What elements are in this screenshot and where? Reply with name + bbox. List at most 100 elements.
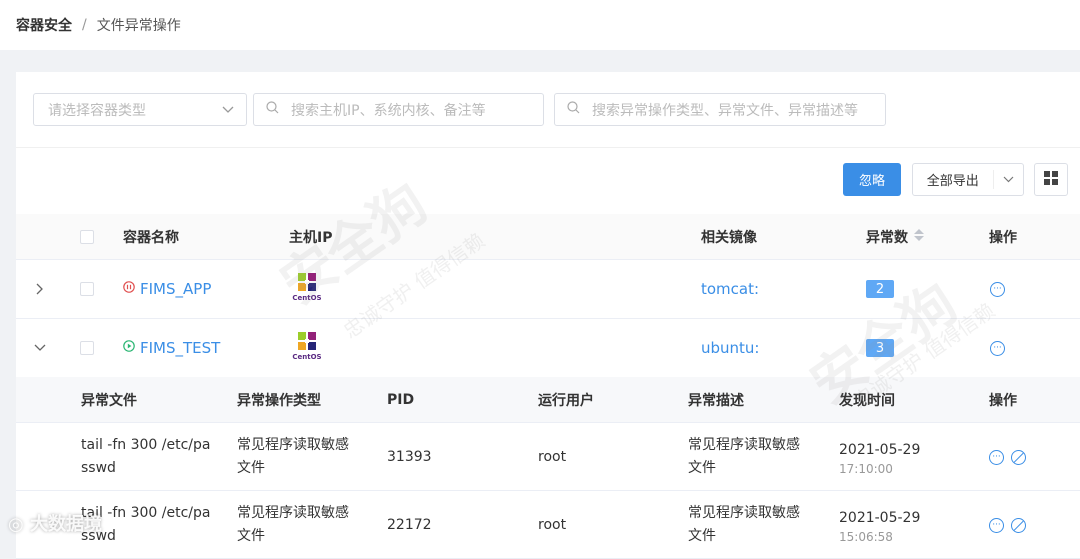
chevron-down-icon[interactable] [34,319,46,377]
breadcrumb-root[interactable]: 容器安全 [16,15,72,35]
os-label: CentOS [292,294,322,302]
container-name-link[interactable]: FIMS_APP [140,280,211,298]
count-cell: 2 [866,260,894,318]
table-row[interactable]: FIMS_TEST CentOS ubuntu: 3 ··· [16,319,1080,378]
grid-view-button[interactable] [1034,163,1068,196]
chevron-down-icon[interactable] [994,176,1023,183]
sub-table-row[interactable]: tail -fn 300 /etc/pa sswd 常见程序读取敏感 文件 22… [16,491,1080,559]
centos-logo-icon: CentOS [292,271,322,307]
ban-icon[interactable] [1011,449,1026,465]
row-checkbox[interactable] [80,319,94,377]
container-name-cell: FIMS_TEST [123,319,220,377]
breadcrumb: 容器安全 / 文件异常操作 [0,0,1080,50]
toolbar: 忽略 全部导出 [16,163,1080,197]
more-icon[interactable]: ··· [989,517,1004,533]
more-icon[interactable]: ··· [990,319,1005,377]
sub-table-row[interactable]: tail -fn 300 /etc/pa sswd 常见程序读取敏感 文件 31… [16,423,1080,491]
corner-watermark-text: 大数据境 [29,514,102,535]
search-icon [567,101,580,118]
ban-icon[interactable] [1011,517,1026,533]
ignore-button[interactable]: 忽略 [843,163,901,196]
date-text: 2021-05-29 [839,509,921,526]
sub-header-desc: 异常描述 [688,393,744,409]
desc-text: 常见程序读取敏感 [688,505,800,521]
count-cell: 3 [866,319,894,377]
anomaly-search-placeholder: 搜索异常操作类型、异常文件、异常描述等 [592,102,858,119]
op-type-cell: 常见程序读取敏感 文件 [237,491,349,559]
table-row[interactable]: FIMS_APP CentOS tomcat: 2 ··· [16,260,1080,319]
corner-watermark: ◎ 大数据境 [8,510,102,536]
count-badge[interactable]: 2 [866,280,894,298]
sort-icon[interactable] [914,229,924,245]
header-image: 相关镜像 [701,230,757,246]
image-link[interactable]: ubuntu: [701,339,759,357]
desc-cell: 常见程序读取敏感 文件 [688,423,800,491]
chevron-right-icon[interactable] [36,260,44,318]
time-cell: 2021-05-29 17:10:00 [839,423,920,491]
op-type-text: 文件 [237,460,265,476]
desc-cell: 常见程序读取敏感 文件 [688,491,800,559]
desc-text: 文件 [688,460,716,476]
op-type-text: 常见程序读取敏感 [237,437,349,453]
sub-header-file: 异常文件 [81,393,137,409]
sub-header-pid: PID [387,392,415,408]
date-text: 2021-05-29 [839,441,921,458]
user-cell: root [538,448,567,465]
header-count-label: 异常数 [866,230,908,246]
more-icon[interactable]: ··· [990,260,1005,318]
running-status-icon [123,340,135,356]
time-cell: 2021-05-29 15:06:58 [839,491,920,559]
filter-bar: 请选择容器类型 搜索主机IP、系统内核、备注等 搜索异常操作类型、异常文件、异常… [16,72,1080,148]
camera-icon: ◎ [8,514,30,535]
action-cell: ··· [989,491,1026,559]
row-checkbox[interactable] [80,260,94,318]
centos-logo-icon: CentOS [292,330,322,366]
sub-header-user: 运行用户 [538,393,594,409]
breadcrumb-current: 文件异常操作 [96,18,181,34]
sub-table-header: 异常文件 异常操作类型 PID 运行用户 异常描述 发现时间 操作 [16,377,1080,423]
host-os-cell: CentOS [292,319,322,377]
container-name-link[interactable]: FIMS_TEST [140,339,220,357]
header-action: 操作 [989,230,1017,246]
pid-cell: 31393 [387,448,432,465]
export-all-button[interactable]: 全部导出 [912,163,1024,196]
paused-status-icon [123,281,135,297]
os-label: CentOS [292,353,322,361]
container-type-select[interactable]: 请选择容器类型 [33,93,247,126]
main-card: 请选择容器类型 搜索主机IP、系统内核、备注等 搜索异常操作类型、异常文件、异常… [16,72,1080,559]
sub-header-action: 操作 [989,393,1017,409]
container-type-placeholder: 请选择容器类型 [48,102,146,119]
chevron-down-icon [222,102,234,118]
image-cell: ubuntu: [701,319,759,377]
host-os-cell: CentOS [292,260,322,318]
sub-header-time: 发现时间 [839,393,895,409]
sub-header-op-type: 异常操作类型 [237,393,321,409]
grid-icon [1044,170,1058,189]
pid-cell: 22172 [387,516,432,533]
desc-text: 文件 [688,528,716,544]
file-text: sswd [81,460,116,476]
host-search-input[interactable]: 搜索主机IP、系统内核、备注等 [253,93,544,126]
count-badge[interactable]: 3 [866,339,894,357]
file-text: tail -fn 300 /etc/pa [81,437,211,453]
more-icon[interactable]: ··· [989,449,1004,465]
op-type-text: 常见程序读取敏感 [237,505,349,521]
action-cell: ··· [989,423,1026,491]
header-count[interactable]: 异常数 [866,214,924,260]
breadcrumb-separator: / [82,17,87,33]
container-name-cell: FIMS_APP [123,260,211,318]
anomaly-search-input[interactable]: 搜索异常操作类型、异常文件、异常描述等 [554,93,886,126]
file-cell: tail -fn 300 /etc/pa sswd [81,423,210,491]
export-all-label[interactable]: 全部导出 [913,170,994,189]
table-header: 容器名称 主机IP 相关镜像 异常数 操作 [16,214,1080,260]
time-text: 17:10:00 [839,461,893,476]
time-text: 15:06:58 [839,529,893,544]
select-all-checkbox[interactable] [80,214,94,260]
op-type-text: 文件 [237,528,265,544]
header-host-ip: 主机IP [289,230,333,246]
host-search-placeholder: 搜索主机IP、系统内核、备注等 [291,102,486,119]
image-cell: tomcat: [701,260,759,318]
search-icon [266,101,279,118]
image-link[interactable]: tomcat: [701,280,759,298]
user-cell: root [538,516,567,533]
